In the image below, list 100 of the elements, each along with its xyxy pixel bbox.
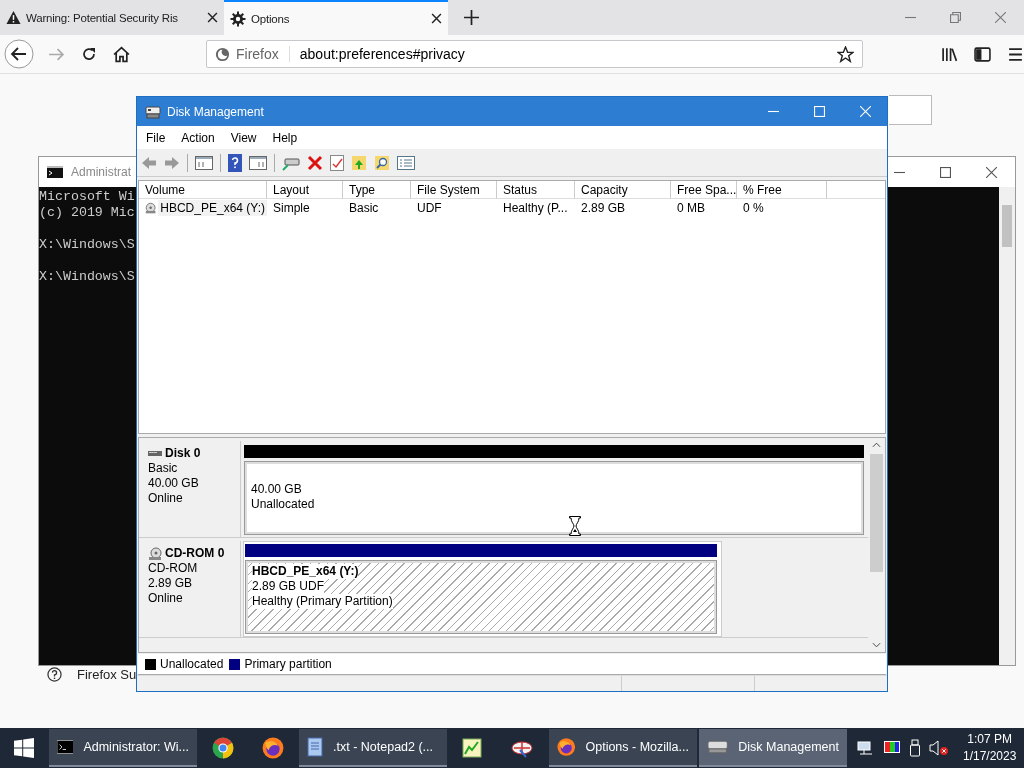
partition-detail: 2.89 GB UDF: [252, 579, 325, 594]
terminal-icon: [57, 739, 74, 755]
disk-size: 40.00 GB: [148, 476, 200, 491]
scrollbar[interactable]: [999, 187, 1015, 665]
folder-icon[interactable]: [351, 154, 367, 171]
table-cell[interactable]: HBCD_PE_x64 (Y:): [158, 200, 267, 216]
address-field[interactable]: Firefox about:preferences#privacy: [206, 40, 863, 68]
list-icon[interactable]: [397, 154, 415, 171]
disk-status: Online: [148, 491, 184, 506]
taskbar-button[interactable]: Options - Mozilla...: [549, 729, 697, 767]
identity-label: Firefox: [236, 46, 290, 62]
table-cell: Healthy (P...: [503, 201, 568, 215]
url-text: about:preferences#privacy: [298, 46, 466, 62]
table-cell: UDF: [417, 201, 442, 215]
browser-icon: [212, 737, 234, 759]
partition-detail: Healthy (Primary Partition): [252, 594, 393, 609]
plus-icon[interactable]: [464, 10, 479, 25]
notepad-icon: [307, 737, 323, 757]
window-title: Disk Management: [167, 104, 264, 119]
console-line: X:\Windows\S: [39, 269, 135, 285]
browser-tab[interactable]: Warning: Potential Security Ris: [0, 0, 224, 35]
muted-speaker-icon[interactable]: [929, 740, 949, 756]
star-icon[interactable]: [837, 45, 854, 63]
menu-item[interactable]: View: [230, 130, 257, 145]
menu-icon[interactable]: [1007, 45, 1024, 63]
usb-drive-icon[interactable]: [909, 739, 921, 757]
pinwheel-icon: [510, 738, 534, 758]
drive-icon: [145, 104, 161, 119]
taskbar-button[interactable]: Disk Management: [699, 729, 847, 767]
delete-icon[interactable]: [307, 154, 323, 171]
column-header[interactable]: Layout: [267, 181, 343, 199]
console-line: Microsoft Wi: [39, 189, 135, 205]
console-line: (c) 2019 Mic: [39, 205, 135, 221]
disk-status: Online: [148, 591, 184, 606]
browser-tab[interactable]: Options: [224, 0, 448, 35]
disk-name: Disk 0: [165, 446, 201, 461]
panel-icon[interactable]: [195, 154, 213, 171]
browser-icon: [557, 736, 576, 758]
menu-item[interactable]: Action: [181, 130, 215, 145]
help-icon[interactable]: [228, 153, 242, 172]
library-icon[interactable]: [941, 45, 958, 63]
scroll-thumb[interactable]: [1002, 205, 1012, 247]
disk-size: 2.89 GB: [148, 576, 194, 591]
help-icon[interactable]: [47, 667, 62, 682]
legend-label: Primary partition: [244, 657, 332, 671]
drive-icon: [707, 739, 729, 755]
terminal-icon: [47, 166, 63, 178]
menu-item[interactable]: File: [146, 130, 166, 145]
legend-label: Unallocated: [160, 657, 224, 671]
chevron-up-icon[interactable]: [872, 442, 881, 448]
browser-icon: [262, 737, 284, 759]
chart-icon: [462, 738, 482, 758]
close-icon[interactable]: [986, 166, 997, 178]
menu-item[interactable]: Help: [272, 130, 298, 145]
disc-icon: [148, 546, 162, 561]
table-cell: 0 %: [743, 201, 764, 215]
table-cell: Simple: [273, 201, 310, 215]
reload-icon[interactable]: [81, 46, 97, 62]
partition-block[interactable]: HBCD_PE_x64 (Y:) 2.89 GB UDF Healthy (Primary Partition): [245, 560, 717, 634]
partition-block[interactable]: 40.00 GB Unallocated: [244, 461, 864, 535]
panel-icon[interactable]: [249, 154, 267, 171]
maximize-icon[interactable]: [940, 166, 951, 178]
close-icon[interactable]: [431, 13, 442, 24]
support-link[interactable]: Firefox Su: [77, 667, 137, 682]
disk-name: CD-ROM 0: [165, 546, 225, 561]
display-icon[interactable]: [883, 740, 901, 756]
browser-logo-icon: [215, 46, 230, 62]
column-header[interactable]: File System: [411, 181, 497, 199]
gear-icon: [230, 10, 246, 27]
windows-logo-icon[interactable]: [14, 738, 34, 758]
column-header[interactable]: Capacity: [575, 181, 671, 199]
taskbar-button[interactable]: .txt - Notepad2 (...: [299, 729, 447, 767]
disc-icon: [145, 201, 157, 215]
column-header[interactable]: % Free: [737, 181, 827, 199]
sidebar-icon[interactable]: [974, 45, 991, 63]
taskbar-button[interactable]: Administrator: Wi...: [49, 729, 197, 767]
table-cell: 2.89 GB: [581, 201, 626, 215]
column-header[interactable]: Type: [343, 181, 411, 199]
close-icon[interactable]: [207, 12, 218, 23]
restore-icon[interactable]: [950, 12, 961, 23]
warning-icon: [6, 10, 21, 25]
home-icon[interactable]: [113, 45, 130, 63]
checklist-icon[interactable]: [330, 154, 344, 171]
window-title: Administrat: [71, 165, 132, 179]
console-line: X:\Windows\S: [39, 237, 135, 253]
network-icon[interactable]: [857, 740, 875, 756]
search-icon[interactable]: [374, 154, 390, 171]
disk-type: CD-ROM: [148, 561, 199, 576]
clock[interactable]: 1:07 PM 1/17/2023: [963, 731, 1017, 765]
scroll-thumb[interactable]: [870, 454, 883, 572]
hourglass-icon: [569, 516, 581, 536]
drive-icon: [148, 449, 162, 458]
disk-type: Basic: [148, 461, 179, 476]
search-field[interactable]: [889, 95, 932, 125]
partition-name: HBCD_PE_x64 (Y:): [252, 564, 359, 579]
column-header[interactable]: Status: [497, 181, 575, 199]
table-cell: Basic: [349, 201, 379, 215]
column-header[interactable]: Free Spa...: [671, 181, 737, 199]
chevron-down-icon[interactable]: [872, 642, 881, 648]
column-header[interactable]: Volume: [139, 181, 267, 199]
